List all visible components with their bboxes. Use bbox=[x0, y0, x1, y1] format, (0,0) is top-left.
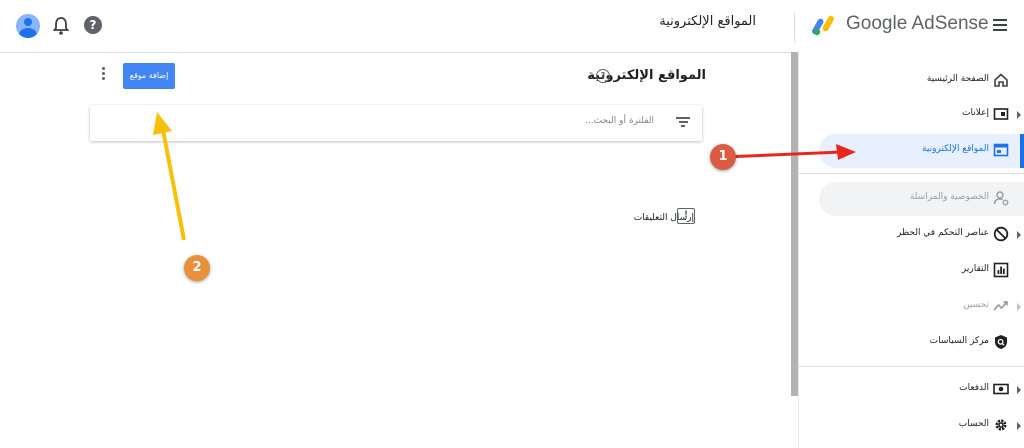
sidebar-item-account[interactable]: الحساب bbox=[819, 409, 1024, 443]
sidebar-item-policy-center[interactable]: مركز السياسات bbox=[819, 326, 1024, 360]
sidebar-item-optimize[interactable]: تحسين bbox=[819, 290, 1024, 324]
optimize-icon bbox=[993, 301, 1008, 311]
sidebar-item-home[interactable]: الصفحة الرئيسية bbox=[819, 64, 1024, 98]
section-help-icon[interactable]: ? bbox=[596, 69, 610, 83]
sidebar-item-label: الدفعات bbox=[959, 383, 989, 393]
sidebar-divider bbox=[799, 366, 1024, 367]
filter-icon[interactable] bbox=[676, 117, 690, 127]
page-title: المواقع الإلكترونية bbox=[659, 14, 756, 29]
expand-caret-icon[interactable] bbox=[1017, 422, 1021, 430]
gear-icon bbox=[995, 419, 1007, 431]
sidebar-item-payments[interactable]: الدفعات bbox=[819, 373, 1024, 407]
block-icon bbox=[993, 226, 1009, 242]
bell-icon[interactable] bbox=[52, 16, 70, 36]
home-icon bbox=[994, 73, 1008, 87]
top-bar: ? المواقع الإلكترونية Google AdSense bbox=[0, 0, 1024, 53]
sidebar-item-label: تحسين bbox=[963, 300, 989, 310]
active-indicator bbox=[1020, 134, 1024, 168]
reports-icon bbox=[993, 262, 1009, 278]
header-divider bbox=[794, 12, 795, 42]
add-site-button[interactable]: إضافة موقع bbox=[123, 63, 175, 89]
adsense-logo-icon bbox=[812, 15, 834, 36]
help-icon[interactable]: ? bbox=[84, 16, 102, 34]
expand-caret-icon[interactable] bbox=[1017, 231, 1021, 239]
filter-search-input[interactable]: الفلترة أو البحث... bbox=[90, 105, 702, 141]
expand-caret-icon[interactable] bbox=[1017, 111, 1021, 119]
privacy-icon bbox=[993, 191, 1009, 206]
sidebar-item-blocking-controls[interactable]: عناصر التحكم في الحظر bbox=[819, 218, 1024, 252]
ads-icon bbox=[993, 108, 1009, 120]
scrollbar[interactable] bbox=[791, 52, 798, 396]
sidebar-item-reports[interactable]: التقارير bbox=[819, 254, 1024, 288]
sidebar-item-label: الصفحة الرئيسية bbox=[926, 74, 989, 84]
annotation-badge-1: 1 bbox=[710, 144, 736, 170]
payments-icon bbox=[993, 383, 1009, 395]
annotation-badge-2: 2 bbox=[184, 255, 210, 281]
filter-placeholder: الفلترة أو البحث... bbox=[585, 116, 654, 126]
sidebar-item-label: إعلانات bbox=[962, 108, 989, 118]
sidebar-item-label: مركز السياسات bbox=[929, 336, 989, 346]
sidebar-divider bbox=[799, 173, 1024, 174]
sidebar-item-ads[interactable]: إعلانات bbox=[819, 98, 1024, 132]
hamburger-menu-icon[interactable] bbox=[993, 19, 1007, 31]
expand-caret-icon[interactable] bbox=[1017, 303, 1021, 311]
sidebar-item-label: التقارير bbox=[961, 264, 989, 274]
feedback-icon[interactable]: ! bbox=[677, 208, 695, 224]
sidebar-item-label: المواقع الإلكترونية bbox=[922, 144, 989, 154]
sidebar: الصفحة الرئيسية إعلانات المواقع الإلكترو… bbox=[798, 52, 1024, 448]
policy-icon bbox=[995, 335, 1007, 349]
expand-caret-icon[interactable] bbox=[1017, 386, 1021, 394]
sidebar-item-label: الحساب bbox=[958, 419, 989, 429]
more-options-icon[interactable] bbox=[102, 67, 106, 83]
sidebar-item-label: الخصوصية والمراسلة bbox=[909, 192, 989, 202]
sites-icon bbox=[993, 143, 1009, 157]
sidebar-item-privacy[interactable]: الخصوصية والمراسلة bbox=[819, 182, 1024, 216]
avatar[interactable] bbox=[16, 14, 40, 38]
sidebar-item-sites[interactable]: المواقع الإلكترونية bbox=[819, 134, 1024, 168]
brand-name: Google AdSense bbox=[846, 13, 989, 34]
sidebar-item-label: عناصر التحكم في الحظر bbox=[897, 228, 989, 238]
